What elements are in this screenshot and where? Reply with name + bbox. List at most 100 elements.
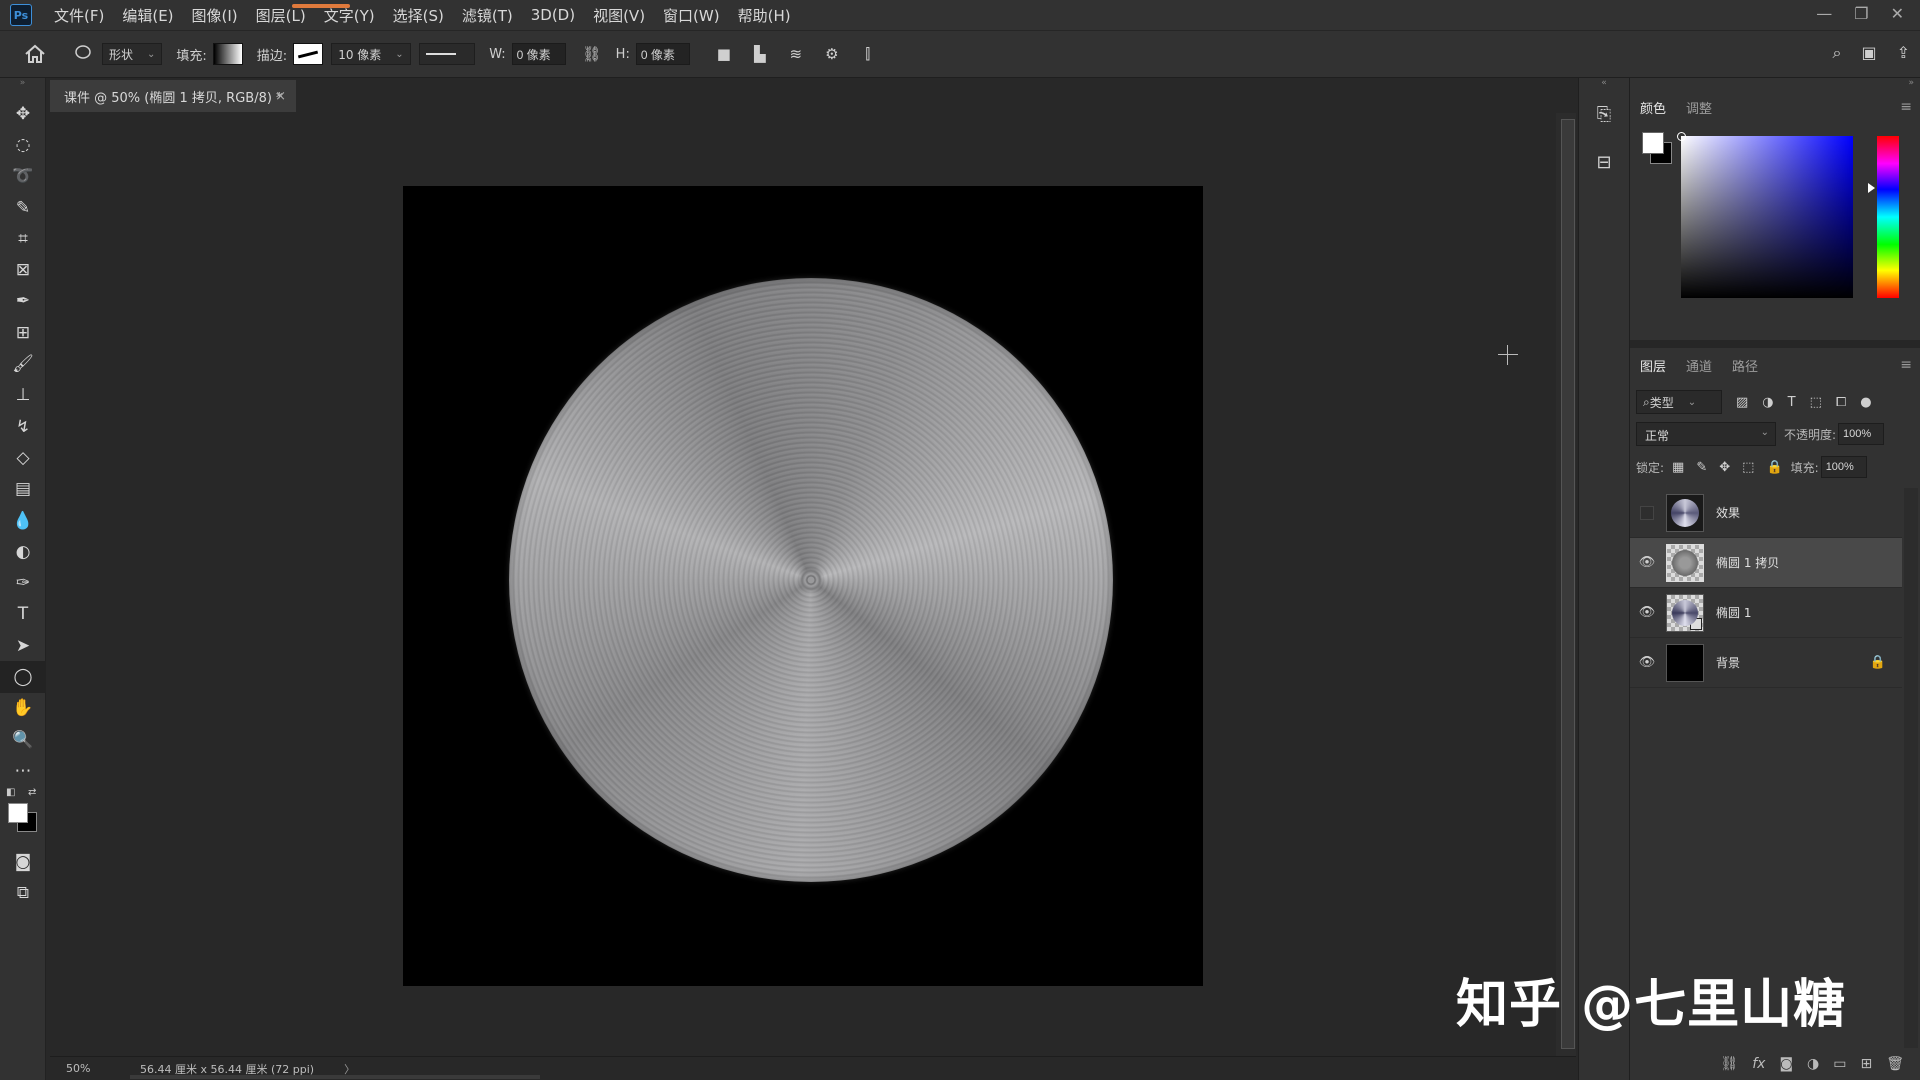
menu-help[interactable]: 帮助(H) bbox=[738, 5, 791, 26]
stroke-swatch[interactable] bbox=[293, 43, 324, 65]
swap-colors-icon[interactable]: ⇄ bbox=[28, 787, 36, 798]
foreground-color-swatch[interactable] bbox=[8, 802, 28, 823]
blur-icon[interactable]: 💧 bbox=[0, 505, 46, 536]
zoom-icon[interactable]: 🔍 bbox=[0, 724, 46, 755]
blend-mode-select[interactable]: 正常 ⌄ bbox=[1636, 422, 1776, 446]
fx-icon[interactable]: fx bbox=[1752, 1056, 1765, 1072]
scrollbar-thumb[interactable] bbox=[1561, 119, 1575, 1049]
menu-3d[interactable]: 3D(D) bbox=[531, 6, 575, 24]
link-layers-icon[interactable]: ⛓ bbox=[1720, 1056, 1738, 1072]
menu-edit[interactable]: 编辑(E) bbox=[122, 5, 173, 26]
horizontal-scrollbar[interactable] bbox=[130, 1075, 540, 1079]
stroke-type-select[interactable] bbox=[419, 43, 476, 65]
filter-pixel-icon[interactable]: ▨ bbox=[1736, 395, 1748, 410]
add-mask-icon[interactable]: ◙ bbox=[1779, 1056, 1793, 1072]
path-selection-icon[interactable]: ➤ bbox=[0, 630, 46, 661]
clone-stamp-icon[interactable]: ⊥ bbox=[0, 380, 46, 411]
path-operations-icon[interactable]: ■ bbox=[714, 45, 734, 63]
close-window-button[interactable]: ✕ bbox=[1891, 4, 1904, 23]
layers-scrollbar[interactable] bbox=[1904, 488, 1918, 1048]
color-picker-marker[interactable] bbox=[1677, 132, 1686, 141]
ellipse-tool-preset-icon[interactable] bbox=[74, 44, 94, 64]
filter-adjustment-icon[interactable]: ◑ bbox=[1762, 395, 1773, 410]
brush-icon[interactable]: 🖌 bbox=[0, 348, 46, 379]
align-edges-icon[interactable]: ⫿ bbox=[858, 45, 878, 63]
tab-layers[interactable]: 图层 bbox=[1630, 348, 1677, 382]
lock-transparent-icon[interactable]: ▦ bbox=[1672, 460, 1684, 475]
history-panel-icon[interactable]: ⎘ bbox=[1579, 90, 1629, 138]
filter-shape-icon[interactable]: ⬚ bbox=[1810, 395, 1822, 410]
eyedropper-icon[interactable]: ✒ bbox=[0, 286, 46, 317]
link-icon[interactable]: ⛓ bbox=[582, 45, 602, 63]
panel-menu-icon[interactable]: ≡ bbox=[1900, 357, 1912, 373]
history-brush-icon[interactable]: ↯ bbox=[0, 411, 46, 442]
eraser-icon[interactable]: ◇ bbox=[0, 442, 46, 473]
vertical-scrollbar[interactable] bbox=[1556, 113, 1576, 1056]
restore-button[interactable]: ❐ bbox=[1854, 4, 1868, 23]
screen-mode-icon[interactable]: ⧉ bbox=[0, 878, 46, 909]
lock-pixels-icon[interactable]: ✎ bbox=[1696, 460, 1707, 475]
document-canvas[interactable] bbox=[403, 186, 1203, 986]
tab-adjustments[interactable]: 调整 bbox=[1676, 90, 1722, 124]
trash-icon[interactable]: 🗑 bbox=[1886, 1056, 1904, 1072]
new-layer-icon[interactable]: ⊞ bbox=[1860, 1056, 1872, 1072]
filter-smart-object-icon[interactable]: ⧠ bbox=[1836, 395, 1846, 410]
dodge-icon[interactable]: ◐ bbox=[0, 536, 46, 567]
hue-slider-handle[interactable] bbox=[1868, 183, 1875, 193]
zoom-level[interactable]: 50% bbox=[66, 1062, 126, 1075]
lock-icon[interactable]: 🔒 bbox=[1870, 655, 1886, 670]
gear-icon[interactable]: ⚙ bbox=[822, 45, 842, 63]
fill-input[interactable] bbox=[1820, 456, 1867, 478]
expand-grip[interactable]: » bbox=[1908, 78, 1914, 88]
fill-swatch[interactable] bbox=[212, 43, 243, 65]
frame-icon[interactable]: ⊠ bbox=[0, 254, 46, 285]
menu-image[interactable]: 图像(I) bbox=[192, 5, 238, 26]
filter-toggle-icon[interactable]: ● bbox=[1860, 395, 1871, 410]
lock-all-icon[interactable]: 🔒 bbox=[1766, 460, 1782, 475]
tab-channels[interactable]: 通道 bbox=[1676, 348, 1722, 382]
libraries-panel-icon[interactable]: ⊟ bbox=[1579, 138, 1629, 186]
collapse-grip[interactable]: « bbox=[1579, 78, 1629, 90]
folder-icon[interactable]: ▭ bbox=[1833, 1056, 1846, 1072]
adjustment-layer-icon[interactable]: ◑ bbox=[1807, 1056, 1819, 1072]
layer-row[interactable]: 效果 bbox=[1630, 488, 1902, 538]
color-field[interactable] bbox=[1681, 136, 1853, 298]
path-alignment-icon[interactable]: ▙ bbox=[750, 45, 770, 63]
ellipse-tool-icon[interactable]: ◯ bbox=[0, 661, 46, 693]
path-arrangement-icon[interactable]: ≋ bbox=[786, 45, 806, 63]
menu-view[interactable]: 视图(V) bbox=[593, 5, 645, 26]
type-icon[interactable]: T bbox=[0, 599, 46, 630]
color-swatches[interactable]: ◧ ⇄ bbox=[0, 787, 45, 847]
gradient-icon[interactable]: ▤ bbox=[0, 474, 46, 505]
quick-mask-icon[interactable]: ◙ bbox=[0, 847, 46, 878]
lock-position-icon[interactable]: ✥ bbox=[1719, 460, 1730, 475]
menu-select[interactable]: 选择(S) bbox=[393, 5, 444, 26]
healing-brush-icon[interactable]: ⊞ bbox=[0, 317, 46, 348]
panel-menu-icon[interactable]: ≡ bbox=[1900, 99, 1912, 115]
workspace-icon[interactable]: ▣ bbox=[1861, 43, 1876, 63]
hue-slider[interactable] bbox=[1877, 136, 1899, 298]
layer-row[interactable]: 👁 椭圆 1 拷贝 bbox=[1630, 538, 1902, 588]
eye-icon[interactable]: 👁 bbox=[1630, 655, 1664, 670]
lasso-icon[interactable]: ➰ bbox=[0, 161, 46, 192]
default-colors-icon[interactable]: ◧ bbox=[6, 787, 15, 798]
layer-row[interactable]: 👁 椭圆 1 bbox=[1630, 588, 1902, 638]
stroke-width-select[interactable]: 10 像素 ⌄ bbox=[331, 43, 412, 65]
visibility-toggle-off[interactable] bbox=[1640, 505, 1654, 520]
layer-filter-select[interactable]: ⌕ 类型 ⌄ bbox=[1636, 390, 1722, 414]
lock-artboard-icon[interactable]: ⬚ bbox=[1742, 460, 1754, 475]
eye-icon[interactable]: 👁 bbox=[1630, 605, 1664, 620]
document-tab[interactable]: 课件 @ 50% (椭圆 1 拷贝, RGB/8) * × bbox=[50, 80, 296, 112]
eye-icon[interactable]: 👁 bbox=[1630, 555, 1664, 570]
pen-icon[interactable]: ✑ bbox=[0, 567, 46, 598]
crop-icon[interactable]: ⌗ bbox=[0, 223, 46, 254]
opacity-input[interactable] bbox=[1838, 423, 1885, 445]
menu-window[interactable]: 窗口(W) bbox=[663, 5, 720, 26]
shape-mode-select[interactable]: 形状 ⌄ bbox=[102, 43, 163, 65]
menu-file[interactable]: 文件(F) bbox=[54, 5, 104, 26]
share-icon[interactable]: ⇪ bbox=[1897, 43, 1910, 63]
minimize-button[interactable]: — bbox=[1816, 4, 1832, 23]
quick-selection-icon[interactable]: ✎ bbox=[0, 192, 46, 223]
height-input[interactable] bbox=[635, 43, 690, 65]
width-input[interactable] bbox=[511, 43, 566, 65]
